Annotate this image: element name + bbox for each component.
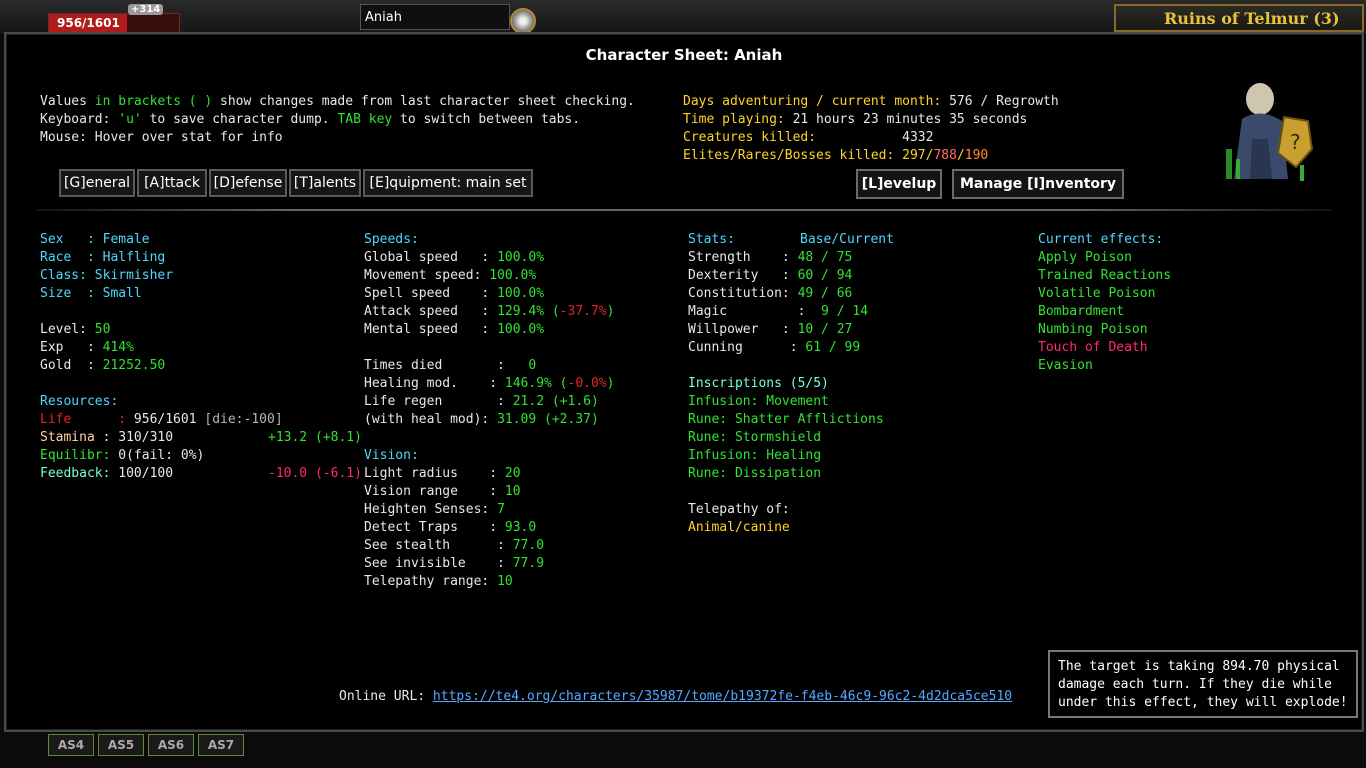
tab-general[interactable]: [G]eneral <box>59 169 135 197</box>
stamina-regen: +13.2 (+8.1) <box>268 430 362 445</box>
stat-race[interactable]: Race : Halfling <box>40 249 165 267</box>
days-adventuring: Days adventuring / current month: 576 / … <box>683 94 1059 109</box>
help-line-3: Mouse: Hover over stat for info <box>40 130 283 145</box>
effect-item[interactable]: Numbing Poison <box>1038 321 1148 339</box>
speeds-title: Speeds: <box>364 232 419 247</box>
stat-cunning[interactable]: Cunning : 61 / 99 <box>688 339 860 357</box>
vision-title: Vision: <box>364 448 419 463</box>
effect-item[interactable]: Evasion <box>1038 357 1093 375</box>
life-bar-text: 956/1601 <box>57 16 120 30</box>
stat-sex[interactable]: Sex : Female <box>40 231 150 249</box>
resource-feedback[interactable]: Feedback: 100/100 <box>40 465 173 483</box>
times-died[interactable]: Times died : 0 <box>364 357 536 375</box>
time-playing: Time playing: 21 hours 23 minutes 35 sec… <box>683 112 1028 127</box>
elites-killed: Elites/Rares/Bosses killed: 297/788/190 <box>683 148 989 163</box>
speed-mental[interactable]: Mental speed : 100.0% <box>364 321 544 339</box>
effect-item[interactable]: Bombardment <box>1038 303 1124 321</box>
hotkey-as7[interactable]: AS7 <box>198 734 244 756</box>
stat-gold[interactable]: Gold : 21252.50 <box>40 357 165 375</box>
zone-name: Ruins of Telmur (3) <box>1164 9 1340 28</box>
vision-light-radius[interactable]: Light radius : 20 <box>364 465 521 483</box>
healing-mod[interactable]: Healing mod. : 146.9% (-0.0%) <box>364 375 614 393</box>
inscription-item[interactable]: Rune: Dissipation <box>688 465 821 483</box>
svg-text:?: ? <box>1290 130 1301 154</box>
online-url-link[interactable]: https://te4.org/characters/35987/tome/b1… <box>433 689 1012 704</box>
character-sheet-dialog: Character Sheet: Aniah Values in bracket… <box>4 32 1364 732</box>
stat-level[interactable]: Level: 50 <box>40 321 110 339</box>
creatures-killed: Creatures killed: 4332 <box>683 130 934 145</box>
hotkey-as5[interactable]: AS5 <box>98 734 144 756</box>
effect-item[interactable]: Volatile Poison <box>1038 285 1155 303</box>
stats-title: Stats: <box>688 232 735 247</box>
stat-strength[interactable]: Strength : 48 / 75 <box>688 249 852 267</box>
effect-item[interactable]: Apply Poison <box>1038 249 1132 267</box>
vision-range[interactable]: Vision range : 10 <box>364 483 521 501</box>
dialog-title: Character Sheet: Aniah <box>585 46 783 64</box>
online-url-label: Online URL: <box>339 689 433 704</box>
player-name: Aniah <box>365 10 402 25</box>
orb-icon[interactable] <box>510 8 536 34</box>
player-name-bar[interactable]: Aniah <box>360 4 510 30</box>
zone-banner: Ruins of Telmur (3) <box>1114 4 1364 32</box>
inscriptions-title: Inscriptions (5/5) <box>688 376 829 391</box>
vision-see-invisible[interactable]: See invisible : 77.9 <box>364 555 544 573</box>
resource-equilibrium[interactable]: Equilibr: 0(fail: 0%) <box>40 447 204 465</box>
inscription-item[interactable]: Infusion: Healing <box>688 447 821 465</box>
telepathy-title: Telepathy of: <box>688 502 790 517</box>
effect-item[interactable]: Trained Reactions <box>1038 267 1171 285</box>
stat-willpower[interactable]: Willpower : 10 / 27 <box>688 321 852 339</box>
divider <box>36 209 1332 211</box>
stat-constitution[interactable]: Constitution: 49 / 66 <box>688 285 852 303</box>
stat-class[interactable]: Class: Skirmisher <box>40 267 173 285</box>
stat-size[interactable]: Size : Small <box>40 285 142 303</box>
resource-stamina[interactable]: Stamina : 310/310 <box>40 429 173 447</box>
tab-equipment[interactable]: [E]quipment: main set <box>363 169 533 197</box>
help-line-2: Keyboard: 'u' to save character dump. TA… <box>40 112 581 127</box>
life-regen[interactable]: Life regen : 21.2 (+1.6) <box>364 393 599 411</box>
speed-global[interactable]: Global speed : 100.0% <box>364 249 544 267</box>
character-portrait: ? <box>1226 83 1314 181</box>
stat-exp[interactable]: Exp : 414% <box>40 339 134 357</box>
life-regen-with-heal[interactable]: (with heal mod): 31.09 (+2.37) <box>364 411 599 429</box>
speed-spell[interactable]: Spell speed : 100.0% <box>364 285 544 303</box>
effects-title: Current effects: <box>1038 232 1164 247</box>
stat-magic[interactable]: Magic : 9 / 14 <box>688 303 868 321</box>
feedback-regen: -10.0 (-6.1) <box>268 466 362 481</box>
tab-attack[interactable]: [A]ttack <box>137 169 207 197</box>
online-url-row: Online URL: https://te4.org/characters/3… <box>339 688 1012 706</box>
inscription-item[interactable]: Rune: Shatter Afflictions <box>688 411 884 429</box>
speed-movement[interactable]: Movement speed: 100.0% <box>364 267 536 285</box>
life-bar: 956/1601 <box>48 13 180 33</box>
hotkey-as6[interactable]: AS6 <box>148 734 194 756</box>
resources-title: Resources: <box>40 394 119 409</box>
effect-tooltip: The target is taking 894.70 physical dam… <box>1048 650 1358 718</box>
vision-detect-traps[interactable]: Detect Traps : 93.0 <box>364 519 536 537</box>
tab-defense[interactable]: [D]efense <box>209 169 287 197</box>
vision-heighten-senses[interactable]: Heighten Senses: 7 <box>364 501 505 519</box>
hotkey-bar: AS4 AS5 AS6 AS7 <box>48 734 244 756</box>
vision-see-stealth[interactable]: See stealth : 77.0 <box>364 537 544 555</box>
life-regen-badge: +314 <box>128 4 164 15</box>
help-line-1: Values in brackets ( ) show changes made… <box>40 94 635 109</box>
manage-inventory-button[interactable]: Manage [I]nventory <box>952 169 1124 199</box>
inscription-item[interactable]: Infusion: Movement <box>688 393 829 411</box>
resource-life[interactable]: Life : 956/1601 [die:-100] <box>40 411 283 429</box>
effect-item[interactable]: Touch of Death <box>1038 339 1148 357</box>
inscription-item[interactable]: Rune: Stormshield <box>688 429 821 447</box>
levelup-button[interactable]: [L]evelup <box>856 169 942 199</box>
speed-attack[interactable]: Attack speed : 129.4% (-37.7%) <box>364 303 614 321</box>
hotkey-as4[interactable]: AS4 <box>48 734 94 756</box>
telepathy-value[interactable]: Animal/canine <box>688 519 790 537</box>
tab-talents[interactable]: [T]alents <box>289 169 361 197</box>
stat-dexterity[interactable]: Dexterity : 60 / 94 <box>688 267 852 285</box>
vision-telepathy-range[interactable]: Telepathy range: 10 <box>364 573 513 591</box>
stats-header: Base/Current <box>800 232 894 247</box>
